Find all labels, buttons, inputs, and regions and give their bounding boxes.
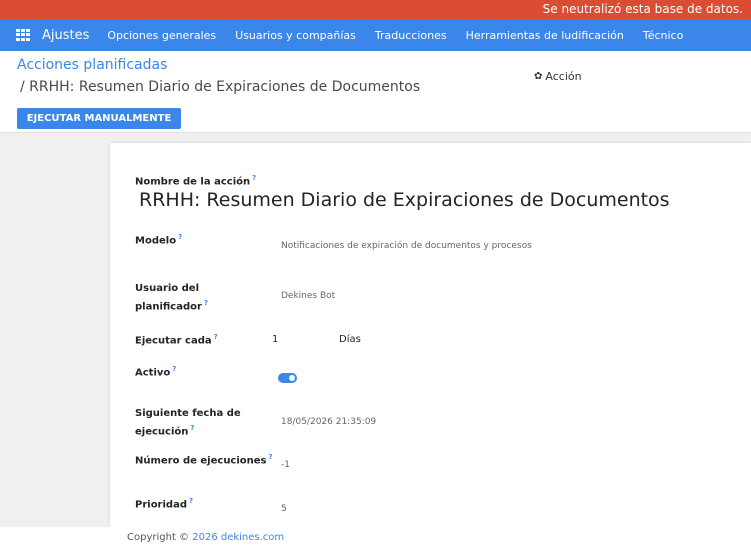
help-icon[interactable]: ? — [172, 365, 176, 373]
model-label: Modelo? — [135, 233, 183, 247]
interval-unit-select[interactable]: Días — [339, 334, 361, 345]
banner-text: Se neutralizó esta base de datos. — [542, 2, 743, 16]
nextcall-field[interactable]: 18/05/2026 21:35:09 — [281, 417, 376, 427]
help-icon[interactable]: ? — [269, 453, 273, 461]
top-navbar: Ajustes Opciones generales Usuarios y co… — [0, 19, 751, 51]
gear-icon: ✿ — [534, 71, 543, 82]
user-label: Usuario del planificador? — [135, 283, 208, 313]
active-toggle[interactable] — [278, 373, 297, 383]
control-panel: Acciones planificadas / RRHH: Resumen Di… — [0, 51, 751, 133]
numcall-field[interactable]: -1 — [281, 460, 290, 470]
priority-field[interactable]: 5 — [281, 504, 287, 514]
menu-herramientas-ludificacion[interactable]: Herramientas de ludificación — [466, 29, 624, 42]
help-icon[interactable]: ? — [252, 174, 256, 182]
form-content-area: Nombre de la acción? RRHH: Resumen Diari… — [0, 133, 751, 527]
numcall-label: Número de ejecuciones? — [135, 453, 273, 467]
priority-label: Prioridad? — [135, 497, 194, 511]
action-name-field[interactable]: RRHH: Resumen Diario de Expiraciones de … — [139, 189, 670, 211]
menu-tecnico[interactable]: Técnico — [643, 29, 683, 42]
help-icon[interactable]: ? — [214, 333, 218, 341]
name-label: Nombre de la acción? — [135, 174, 257, 188]
menu-usuarios-companias[interactable]: Usuarios y compañías — [235, 29, 356, 42]
help-icon[interactable]: ? — [190, 424, 194, 432]
interval-label: Ejecutar cada? — [135, 333, 218, 347]
form-sheet: Nombre de la acción? RRHH: Resumen Diari… — [110, 143, 751, 527]
app-brand[interactable]: Ajustes — [42, 28, 89, 43]
nextcall-label: Siguiente fecha de ejecución? — [135, 408, 241, 438]
action-label: Acción — [545, 70, 582, 83]
page-footer: Copyright © 2026 dekines.com — [0, 527, 751, 550]
apps-grid-icon[interactable] — [16, 29, 30, 41]
interval-number-field[interactable]: 1 — [272, 334, 278, 345]
neutralized-db-banner: Se neutralizó esta base de datos. — [0, 0, 751, 19]
help-icon[interactable]: ? — [204, 299, 208, 307]
help-icon[interactable]: ? — [178, 233, 182, 241]
action-dropdown[interactable]: ✿ Acción — [534, 70, 582, 83]
active-label: Activo? — [135, 365, 177, 379]
user-field[interactable]: Dekines Bot — [281, 291, 335, 301]
menu-traducciones[interactable]: Traducciones — [375, 29, 447, 42]
menu-opciones-generales[interactable]: Opciones generales — [107, 29, 216, 42]
breadcrumb-root-link[interactable]: Acciones planificadas — [17, 57, 167, 73]
footer-link[interactable]: 2026 dekines.com — [192, 532, 284, 543]
run-manually-button[interactable]: EJECUTAR MANUALMENTE — [17, 108, 181, 129]
help-icon[interactable]: ? — [189, 497, 193, 505]
copyright-text: Copyright © 2026 dekines.com — [127, 532, 285, 543]
model-field[interactable]: Notificaciones de expiración de document… — [281, 241, 532, 251]
breadcrumb-current: / RRHH: Resumen Diario de Expiraciones d… — [20, 79, 421, 95]
toggle-knob — [289, 375, 295, 381]
